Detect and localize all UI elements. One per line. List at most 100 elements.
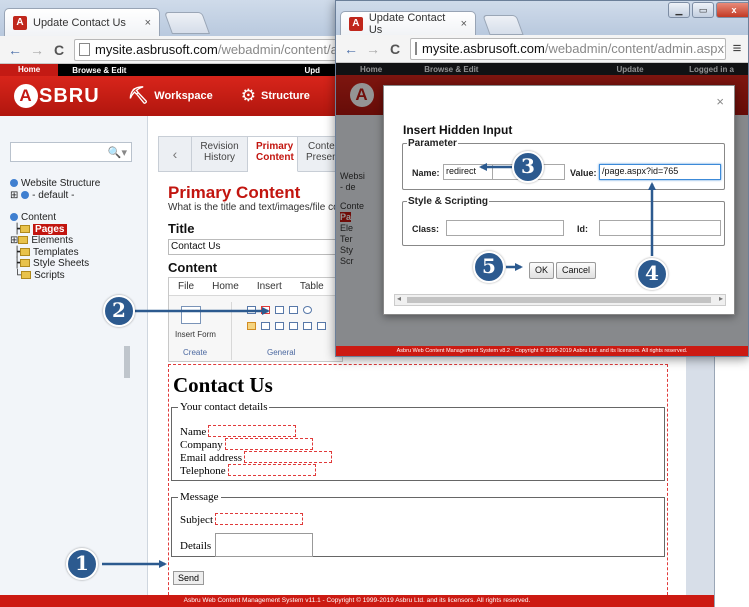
workspace-button[interactable]: ⛏ Workspace: [128, 86, 213, 106]
structure-button[interactable]: ⚙ Structure: [241, 86, 310, 106]
callout-2: 2: [103, 295, 135, 327]
scroll-left-icon[interactable]: ◂: [397, 294, 401, 303]
tabs-prev-button[interactable]: ‹: [158, 136, 192, 172]
callout-3: 3: [512, 151, 544, 183]
close-window-icon[interactable]: x: [716, 2, 748, 18]
browse-edit-menu[interactable]: Browse & Edit: [58, 66, 140, 75]
front-browser-tab[interactable]: A Update Contact Us ×: [340, 11, 476, 36]
logo-text: SBRU: [39, 84, 100, 107]
new-tab-button[interactable]: [482, 15, 524, 35]
company-label: Company: [180, 439, 223, 451]
reset-control-icon[interactable]: [317, 322, 326, 330]
name-input[interactable]: redirect: [443, 164, 493, 180]
tree-item-style-sheets[interactable]: ┝ Style Sheets: [14, 258, 100, 270]
tree-item-website-structure[interactable]: Website Structure: [10, 178, 100, 190]
send-button[interactable]: Send: [173, 571, 205, 585]
list-control-icon[interactable]: [303, 322, 312, 330]
front-address-bar[interactable]: mysite.asbrusoft.com/webadmin/content/ad…: [410, 37, 726, 60]
ok-button[interactable]: OK: [529, 262, 555, 279]
forward-arrow-icon[interactable]: →: [362, 41, 384, 57]
forward-arrow-icon[interactable]: →: [26, 42, 48, 58]
minimize-icon[interactable]: ▁: [668, 2, 690, 18]
primary-content-description: What is the title and text/images/file c…: [168, 202, 339, 213]
close-tab-icon[interactable]: ×: [461, 18, 467, 30]
reload-icon[interactable]: C: [48, 42, 70, 58]
tree-item-scripts[interactable]: └ Scripts: [14, 270, 100, 282]
page-icon: [415, 42, 417, 55]
back-arrow-icon[interactable]: ←: [340, 41, 362, 57]
id-input[interactable]: [599, 220, 721, 236]
textarea-control-icon[interactable]: [275, 306, 284, 314]
tree-label: Scripts: [34, 269, 65, 281]
search-icon[interactable]: 🔍▾: [108, 146, 127, 159]
dialog-horizontal-scrollbar[interactable]: ◂ ▸: [394, 294, 726, 306]
home-menu[interactable]: Home: [0, 64, 59, 76]
close-tab-icon[interactable]: ×: [145, 17, 151, 29]
scroll-right-icon[interactable]: ▸: [719, 294, 723, 303]
screenshot-stage: A Update Contact Us × ← → C mysite.asbru…: [0, 0, 749, 607]
tree-label: Elements: [31, 235, 74, 246]
title-input[interactable]: Contact Us: [168, 239, 338, 255]
button-control-icon[interactable]: [261, 322, 270, 330]
new-tab-button[interactable]: [163, 12, 211, 34]
create-group-label: Create: [183, 348, 208, 357]
ribbon-tab-home[interactable]: Home: [203, 278, 248, 295]
maximize-icon[interactable]: ▭: [692, 2, 714, 18]
menu-icon[interactable]: ≡: [726, 40, 748, 57]
back-arrow-icon[interactable]: ←: [4, 42, 26, 58]
cancel-button[interactable]: Cancel: [556, 262, 597, 279]
folder-control-icon[interactable]: [247, 322, 256, 330]
editor-ribbon: File Home Insert Table F Insert Form Cre…: [168, 277, 348, 362]
tree-item-default[interactable]: ⊞ - default -: [10, 190, 100, 202]
ribbon-tab-file[interactable]: File: [169, 278, 203, 295]
logo-letter: A: [14, 84, 38, 108]
select-control-icon[interactable]: [289, 322, 298, 330]
tab-revision-history[interactable]: Revision History: [192, 136, 248, 172]
scrollbar-thumb[interactable]: [407, 297, 711, 303]
insert-form-icon[interactable]: [181, 306, 201, 324]
ribbon-tab-table[interactable]: Table: [291, 278, 333, 295]
ribbon-tab-insert[interactable]: Insert: [248, 278, 291, 295]
style-scripting-legend: Style & Scripting: [408, 196, 489, 207]
value-input[interactable]: /page.aspx?id=765: [599, 164, 721, 180]
tree-item-elements[interactable]: ⊞ Elements: [10, 235, 100, 247]
image-control-icon[interactable]: [275, 322, 284, 330]
form-editor-area[interactable]: Contact Us Your contact details Name Com…: [168, 364, 668, 600]
reload-icon[interactable]: C: [384, 41, 406, 57]
telephone-label: Telephone: [180, 465, 226, 477]
folder-icon: [21, 270, 32, 279]
checkbox-control-icon[interactable]: [289, 306, 298, 314]
folder-icon: [20, 224, 31, 233]
tree-item-templates[interactable]: ┝ Templates: [14, 247, 100, 259]
subject-field[interactable]: [215, 513, 303, 525]
tab-primary-content[interactable]: Primary Content: [248, 136, 298, 172]
email-field[interactable]: [244, 451, 333, 463]
front-footer: Asbru Web Content Management System v8.2…: [336, 346, 748, 356]
tree-item-pages[interactable]: ┝ Pages: [14, 223, 100, 236]
details-label: Details: [180, 540, 212, 552]
radio-control-icon[interactable]: [303, 306, 312, 314]
sidebar-scrollbar[interactable]: [124, 346, 130, 378]
details-row: Details: [180, 533, 314, 557]
structure-icon: ⚙: [240, 86, 257, 105]
dialog-close-icon[interactable]: ×: [716, 94, 724, 109]
telephone-field[interactable]: [227, 464, 316, 476]
details-textarea[interactable]: [215, 533, 314, 557]
back-browser-tab[interactable]: A Update Contact Us ×: [4, 8, 160, 36]
front-tab-strip: A Update Contact Us × ▁ ▭ x: [336, 1, 748, 36]
message-legend: Message: [180, 491, 219, 503]
textbox-control-icon[interactable]: [247, 306, 256, 314]
class-input[interactable]: [446, 220, 564, 236]
tree-search-input[interactable]: 🔍▾: [10, 142, 132, 162]
update-menu[interactable]: Upd: [290, 66, 334, 75]
window-controls: ▁ ▭ x: [666, 2, 748, 18]
name-field[interactable]: [208, 425, 297, 437]
company-field[interactable]: [224, 438, 313, 450]
hidden-input-icon[interactable]: [261, 306, 270, 314]
structure-label: Structure: [261, 90, 310, 102]
tree-item-content[interactable]: Content: [10, 212, 100, 224]
tree-label: - default -: [32, 189, 75, 201]
tree-label: Website Structure: [21, 178, 101, 189]
asbru-favicon-icon: A: [13, 15, 27, 30]
